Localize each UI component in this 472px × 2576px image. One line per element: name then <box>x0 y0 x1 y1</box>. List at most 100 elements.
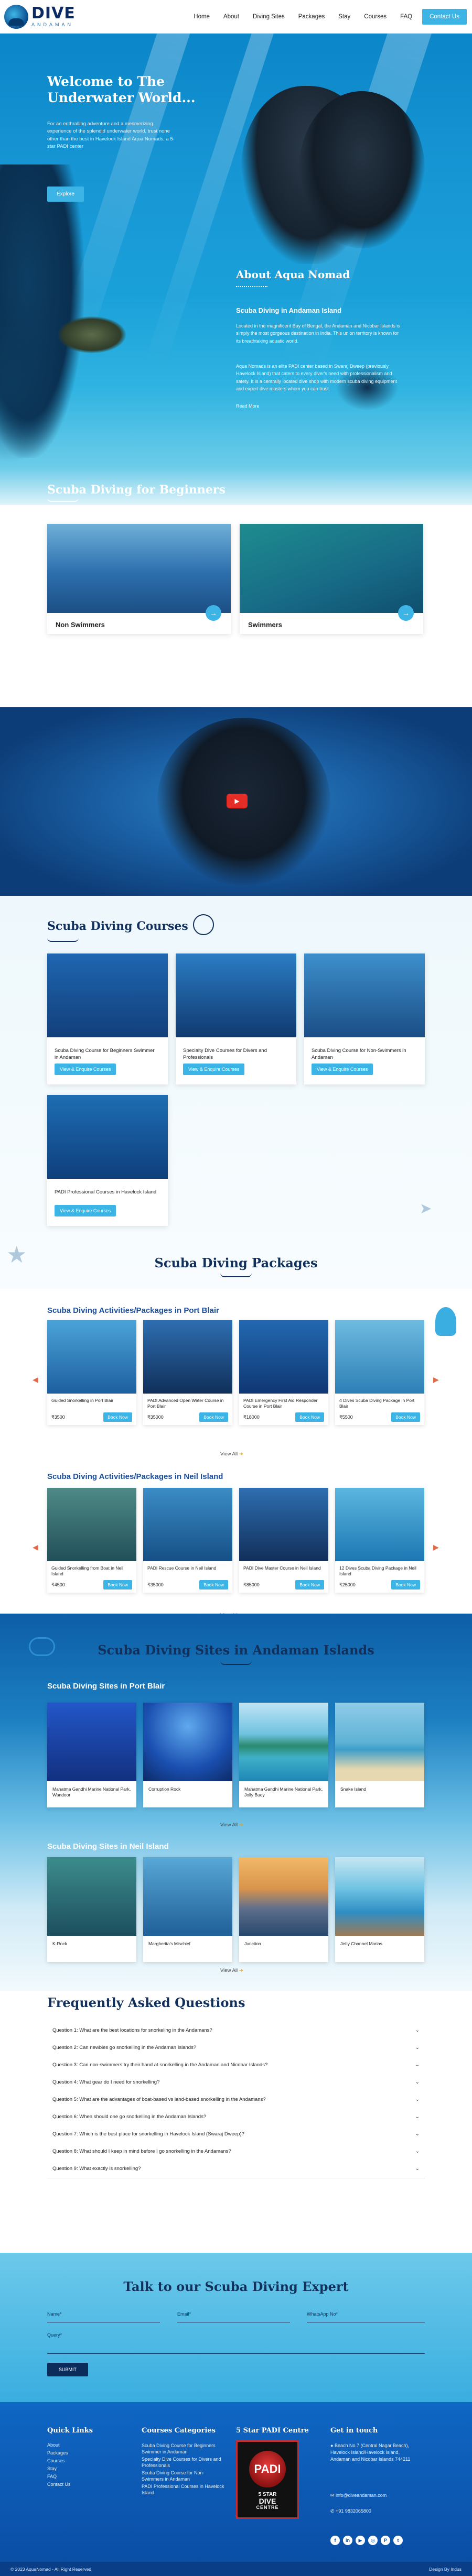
view-enquire-button[interactable]: View & Enquire Courses <box>55 1064 116 1075</box>
footer-link[interactable]: Courses <box>47 2458 65 2463</box>
chevron-down-icon[interactable]: ⌄ <box>415 2131 420 2137</box>
faq-question[interactable]: Question 9: What exactly is snorkelling?… <box>47 2160 425 2178</box>
nav-home[interactable]: Home <box>187 14 217 20</box>
diving-mask-icon <box>193 914 214 935</box>
pinterest-icon[interactable]: P <box>381 2536 390 2545</box>
course-card[interactable]: Scuba Diving Course for Non-Swimmers in … <box>304 953 425 1084</box>
chevron-down-icon[interactable]: ⌄ <box>415 2097 420 2102</box>
package-card[interactable]: 12 Dives Scuba Diving Package in Neil Is… <box>335 1488 424 1593</box>
logo[interactable]: DIVE ANDAMAN <box>4 4 76 29</box>
prev-arrow-icon[interactable]: ◀ <box>33 1375 38 1384</box>
about-subtitle: Scuba Diving in Andaman Island <box>236 306 342 314</box>
nav-stay[interactable]: Stay <box>331 14 357 20</box>
site-card[interactable]: Margherita's Mischief <box>143 1857 232 1962</box>
nav-faq[interactable]: FAQ <box>393 14 419 20</box>
course-card[interactable]: Scuba Diving Course for Beginners Swimme… <box>47 953 168 1084</box>
package-card[interactable]: PADI Advanced Open Water Course in Port … <box>143 1320 232 1425</box>
faq-question[interactable]: Question 3: Can non-swimmers try their h… <box>47 2056 425 2075</box>
design-credit[interactable]: Design By Indus <box>429 2567 462 2572</box>
chevron-down-icon[interactable]: ⌄ <box>415 2166 420 2172</box>
instagram-icon[interactable]: ◎ <box>368 2536 378 2545</box>
linkedin-icon[interactable]: in <box>343 2536 352 2545</box>
email-link[interactable]: ✉ info@diveandaman.com <box>330 2493 387 2498</box>
course-card[interactable]: Specialty Dive Courses for Divers and Pr… <box>176 953 296 1084</box>
book-now-button[interactable]: Book Now <box>199 1580 228 1590</box>
book-now-button[interactable]: Book Now <box>295 1580 324 1590</box>
package-card[interactable]: PADI Emergency First Aid Responder Cours… <box>239 1320 328 1425</box>
contact-us-button[interactable]: Contact Us <box>422 8 467 25</box>
beginner-card[interactable]: Non Swimmers → <box>47 524 231 634</box>
next-arrow-icon[interactable]: ▶ <box>433 1543 439 1552</box>
arrow-icon[interactable]: → <box>206 605 221 621</box>
nav-diving-sites[interactable]: Diving Sites <box>246 14 292 20</box>
chevron-down-icon[interactable]: ⌄ <box>415 2062 420 2068</box>
book-now-button[interactable]: Book Now <box>295 1412 324 1422</box>
site-card[interactable]: Snake Island <box>335 1703 424 1807</box>
faq-question[interactable]: Question 6: When should one go snorkelli… <box>47 2108 425 2126</box>
footer-link[interactable]: Packages <box>47 2450 68 2456</box>
book-now-button[interactable]: Book Now <box>391 1412 420 1422</box>
faq-question[interactable]: Question 2: Can newbies go snorkelling i… <box>47 2038 425 2057</box>
footer-link[interactable]: Stay <box>47 2466 57 2471</box>
faq-question[interactable]: Question 7: Which is the best place for … <box>47 2125 425 2144</box>
nav-packages[interactable]: Packages <box>292 14 332 20</box>
site-card[interactable]: Mahatma Gandhi Marine National Park, Jol… <box>239 1703 328 1807</box>
package-card[interactable]: Guided Snorkelling from Boat in Neil Isl… <box>47 1488 136 1593</box>
phone-link[interactable]: ✆ +91 9832065800 <box>330 2508 371 2514</box>
chevron-down-icon[interactable]: ⌄ <box>415 2027 420 2033</box>
view-enquire-button[interactable]: View & Enquire Courses <box>55 1205 116 1216</box>
package-card[interactable]: PADI Rescue Course in Neil Island ₹35000… <box>143 1488 232 1593</box>
site-card[interactable]: Jetty Channel Marias <box>335 1857 424 1962</box>
chevron-down-icon[interactable]: ⌄ <box>415 2045 420 2051</box>
explore-button[interactable]: Explore <box>47 187 84 202</box>
footer-link[interactable]: Contact Us <box>47 2482 71 2487</box>
view-enquire-button[interactable]: View & Enquire Courses <box>312 1064 373 1075</box>
site-card[interactable]: K-Rock <box>47 1857 136 1962</box>
view-all-link[interactable]: View All ➜ <box>220 1822 243 1828</box>
nav-about[interactable]: About <box>217 14 246 20</box>
book-now-button[interactable]: Book Now <box>103 1580 132 1590</box>
footer-course-link[interactable]: PADI Professional Courses in Havelock Is… <box>142 2483 226 2496</box>
package-card[interactable]: 4 Dives Scuba Diving Package in Port Bla… <box>335 1320 424 1425</box>
book-now-button[interactable]: Book Now <box>391 1580 420 1590</box>
footer-link[interactable]: About <box>47 2442 60 2448</box>
faq-question[interactable]: Question 1: What are the best locations … <box>47 2021 425 2040</box>
play-icon[interactable]: ▶ <box>227 794 248 808</box>
chevron-down-icon[interactable]: ⌄ <box>415 2149 420 2154</box>
query-field[interactable] <box>47 2353 425 2354</box>
beginner-card[interactable]: Swimmers → <box>240 524 423 634</box>
next-arrow-icon[interactable]: ▶ <box>433 1375 439 1384</box>
footer-link[interactable]: FAQ <box>47 2474 57 2479</box>
view-all-link[interactable]: View All ➜ <box>220 1451 243 1457</box>
chevron-down-icon[interactable]: ⌄ <box>415 2114 420 2120</box>
twitter-icon[interactable]: t <box>393 2536 403 2545</box>
faq-question[interactable]: Question 4: What gear do I need for snor… <box>47 2073 425 2092</box>
wave-divider <box>47 938 79 942</box>
package-card[interactable]: Guided Snorkelling in Port Blair ₹3500 B… <box>47 1320 136 1425</box>
book-now-button[interactable]: Book Now <box>103 1412 132 1422</box>
read-more-link[interactable]: Read More <box>236 403 260 409</box>
view-enquire-button[interactable]: View & Enquire Courses <box>183 1064 245 1075</box>
package-card[interactable]: PADI Dive Master Course in Neil Island ₹… <box>239 1488 328 1593</box>
chevron-down-icon[interactable]: ⌄ <box>415 2079 420 2085</box>
view-all-link[interactable]: View All ➜ <box>220 1968 243 1974</box>
arrow-icon: ➜ <box>239 1968 243 1974</box>
faq-question[interactable]: Question 5: What are the advantages of b… <box>47 2090 425 2109</box>
prev-arrow-icon[interactable]: ◀ <box>33 1543 38 1552</box>
submit-button[interactable]: SUBMIT <box>47 2363 89 2376</box>
site-card[interactable]: Mahatma Gandhi Marine National Park, Wan… <box>47 1703 136 1807</box>
faq-question[interactable]: Question 8: What should I keep in mind b… <box>47 2142 425 2161</box>
footer-course-link[interactable]: Scuba Diving Course for Beginners Swimme… <box>142 2442 226 2455</box>
course-card[interactable]: PADI Professional Courses in Havelock Is… <box>47 1095 168 1226</box>
nav-courses[interactable]: Courses <box>357 14 393 20</box>
site-card[interactable]: Junction <box>239 1857 328 1962</box>
packages-group-heading: Scuba Diving Activities/Packages in Neil… <box>47 1472 223 1481</box>
youtube-icon[interactable]: ▶ <box>356 2536 365 2545</box>
site-card[interactable]: Corruption Rock <box>143 1703 232 1807</box>
arrow-icon[interactable]: → <box>398 605 414 621</box>
arrow-icon: ➜ <box>239 1822 243 1828</box>
footer-course-link[interactable]: Specialty Dive Courses for Divers and Pr… <box>142 2456 226 2469</box>
book-now-button[interactable]: Book Now <box>199 1412 228 1422</box>
facebook-icon[interactable]: f <box>330 2536 340 2545</box>
footer-course-link[interactable]: Scuba Diving Course for Non-Swimmers in … <box>142 2470 226 2482</box>
